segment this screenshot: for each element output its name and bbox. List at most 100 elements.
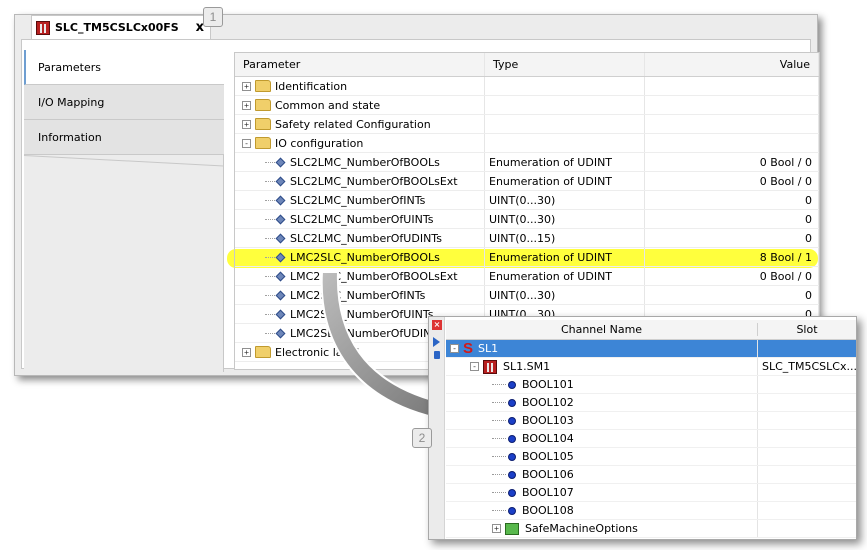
device-tab[interactable]: SLC_TM5CSLCx00FS x	[31, 15, 211, 39]
channel-name-cell: BOOL105	[446, 448, 758, 465]
parameter-name: LMC2SLC_NumberOfINTs	[290, 288, 426, 302]
folder-row[interactable]: + Common and state	[235, 96, 819, 115]
parameter-row[interactable]: LMC2SLC_NumberOfBOOLsExt Enumeration of U…	[235, 267, 819, 286]
folder-icon	[255, 118, 271, 130]
bool-signal-icon	[508, 470, 516, 479]
tree-line	[492, 456, 506, 457]
parameter-value[interactable]: 0 Bool / 0	[645, 172, 819, 190]
folder-row[interactable]: - IO configuration	[235, 134, 819, 153]
parameter-icon	[275, 176, 286, 186]
callout-2: 2	[412, 428, 432, 448]
parameter-value	[645, 77, 819, 95]
channel-name-cell: BOOL103	[446, 412, 758, 429]
tree-line	[492, 438, 506, 439]
close-icon[interactable]: ×	[432, 320, 442, 330]
column-header-parameter[interactable]: Parameter	[235, 53, 485, 76]
tree-line	[492, 492, 506, 493]
parameter-row[interactable]: SLC2LMC_NumberOfBOOLs Enumeration of UDIN…	[235, 153, 819, 172]
tree-line	[265, 275, 275, 277]
tree-line	[265, 256, 275, 258]
tab-io-mapping[interactable]: I/O Mapping	[24, 85, 224, 120]
parameter-icon	[275, 157, 286, 167]
parameter-value[interactable]: 0	[645, 210, 819, 228]
channel-row[interactable]: BOOL106	[446, 466, 856, 484]
parameter-value[interactable]: 0	[645, 191, 819, 209]
parameter-name: Electronic label	[275, 345, 360, 359]
channel-name-cell: - SL1.SM1	[446, 358, 758, 375]
module-row[interactable]: - SL1.SM1 SLC_TM5CSLCx...	[446, 358, 856, 376]
tab-information[interactable]: Information	[24, 120, 224, 155]
channel-row[interactable]: BOOL104	[446, 430, 856, 448]
tab-parameters[interactable]: Parameters	[24, 50, 224, 85]
bool-signal-icon	[508, 488, 516, 497]
side-tabs-background	[24, 155, 224, 372]
parameter-cell: - IO configuration	[235, 134, 485, 152]
parameter-cell: LMC2SLC_NumberOfBOOLs	[235, 248, 485, 266]
parameter-icon	[275, 233, 286, 243]
column-header-slot[interactable]: Slot	[758, 323, 856, 336]
parameter-name: Identification	[275, 79, 348, 93]
channel-toolbar: ×	[429, 317, 445, 539]
expand-icon[interactable]: +	[242, 119, 251, 129]
parameter-value[interactable]: 0	[645, 229, 819, 247]
expand-icon[interactable]: +	[242, 81, 251, 91]
folder-icon	[255, 80, 271, 92]
channel-row[interactable]: BOOL101	[446, 376, 856, 394]
parameter-value[interactable]: 8 Bool / 1	[645, 248, 819, 266]
parameter-row[interactable]: LMC2SLC_NumberOfINTs UINT(0...30) 0	[235, 286, 819, 305]
tree-line	[492, 384, 506, 385]
parameter-row[interactable]: SLC2LMC_NumberOfINTs UINT(0...30) 0	[235, 191, 819, 210]
channel-row[interactable]: BOOL102	[446, 394, 856, 412]
parameter-name: SLC2LMC_NumberOfBOOLs	[290, 155, 440, 169]
folder-icon	[255, 346, 271, 358]
parameter-name: SLC2LMC_NumberOfINTs	[290, 193, 426, 207]
parameter-type	[485, 115, 645, 133]
expand-icon[interactable]: +	[242, 347, 251, 357]
parameter-cell: SLC2LMC_NumberOfINTs	[235, 191, 485, 209]
options-row[interactable]: + SafeMachineOptions	[446, 520, 856, 538]
parameter-row[interactable]: SLC2LMC_NumberOfBOOLsExt Enumeration of U…	[235, 172, 819, 191]
parameter-value[interactable]: 0 Bool / 0	[645, 267, 819, 285]
channel-name-cell: BOOL107	[446, 484, 758, 501]
grid-header: Parameter Type Value	[235, 53, 819, 77]
channel-row[interactable]: BOOL105	[446, 448, 856, 466]
root-row[interactable]: - S SL1	[446, 340, 856, 358]
column-header-value[interactable]: Value	[645, 53, 819, 76]
parameter-type	[485, 96, 645, 114]
tree-line	[492, 402, 506, 403]
channel-name-cell: BOOL106	[446, 466, 758, 483]
parameter-type: Enumeration of UDINT	[485, 248, 645, 266]
parameter-value	[645, 96, 819, 114]
parameter-cell: SLC2LMC_NumberOfUINTs	[235, 210, 485, 228]
channel-row[interactable]: BOOL107	[446, 484, 856, 502]
channel-grid-header: Channel Name Slot	[446, 320, 856, 340]
parameter-row[interactable]: SLC2LMC_NumberOfUINTs UINT(0...30) 0	[235, 210, 819, 229]
parameter-name: Common and state	[275, 98, 381, 112]
channel-row[interactable]: BOOL108	[446, 502, 856, 520]
collapse-icon[interactable]: -	[470, 362, 479, 371]
channel-name: SL1	[478, 342, 499, 355]
channel-name: BOOL104	[522, 432, 574, 445]
collapse-icon[interactable]: -	[450, 344, 459, 353]
channel-name: BOOL105	[522, 450, 574, 463]
parameter-value	[645, 134, 819, 152]
folder-row[interactable]: + Safety related Configuration	[235, 115, 819, 134]
tree-line	[265, 218, 275, 220]
parameter-value[interactable]: 0 Bool / 0	[645, 153, 819, 171]
parameter-row[interactable]: SLC2LMC_NumberOfUDINTs UINT(0...15) 0	[235, 229, 819, 248]
column-header-type[interactable]: Type	[485, 53, 645, 76]
bool-signal-icon	[508, 380, 516, 389]
parameter-type: Enumeration of UDINT	[485, 267, 645, 285]
channel-row[interactable]: BOOL103	[446, 412, 856, 430]
parameter-row-highlighted[interactable]: LMC2SLC_NumberOfBOOLs Enumeration of UDIN…	[235, 248, 819, 267]
expand-icon[interactable]: +	[242, 100, 251, 110]
folder-row[interactable]: + Identification	[235, 77, 819, 96]
parameter-value[interactable]: 0	[645, 286, 819, 304]
collapse-icon[interactable]: -	[242, 138, 251, 148]
expand-icon[interactable]: +	[492, 524, 501, 533]
channel-name: BOOL107	[522, 486, 574, 499]
column-header-channel-name[interactable]: Channel Name	[446, 323, 758, 336]
play-icon[interactable]	[433, 337, 440, 347]
pin-icon[interactable]	[434, 351, 440, 359]
parameter-name: SLC2LMC_NumberOfBOOLsExt	[290, 174, 458, 188]
